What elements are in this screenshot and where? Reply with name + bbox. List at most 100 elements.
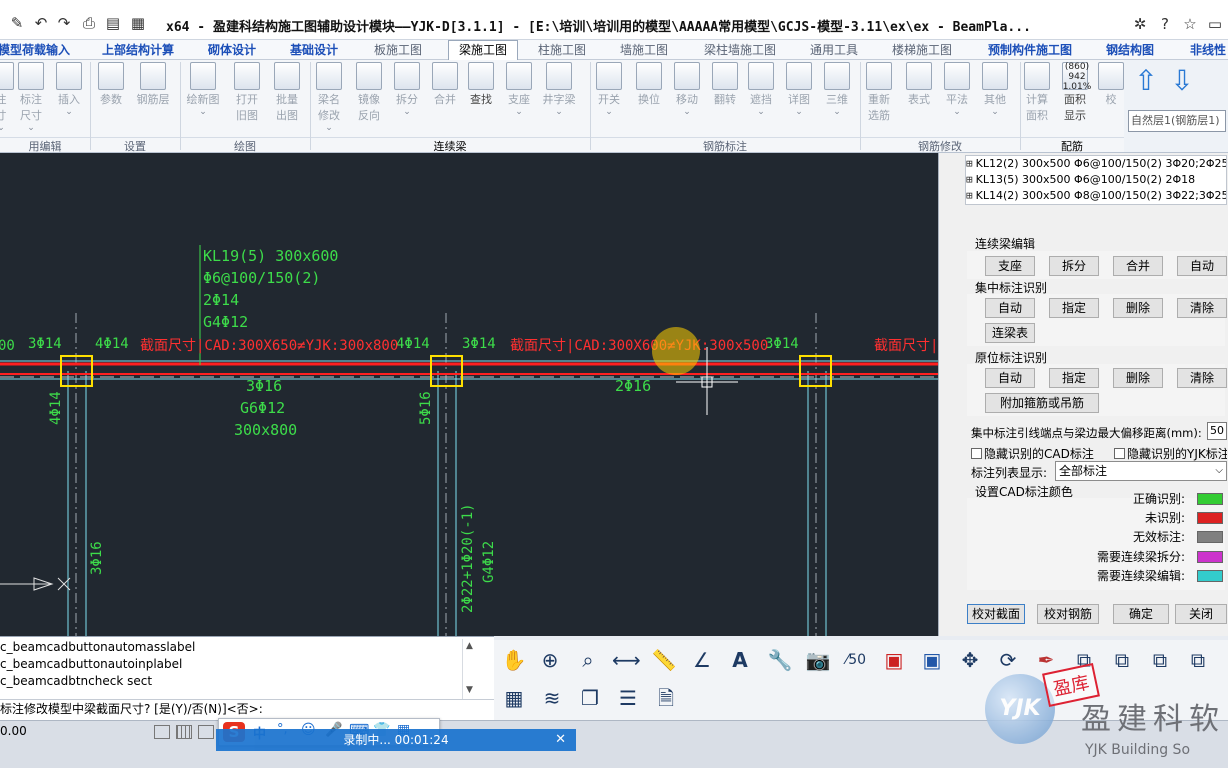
tab-0[interactable]: 模型荷载输入 [0,42,74,58]
ribbon-button-2[interactable]: 插入 ⌄ [50,62,88,134]
window-menu-icon[interactable]: ▭ [1205,14,1225,34]
zoom-window-icon[interactable]: ⌕ [574,646,602,674]
ribbon-button-12[interactable]: 查找 [462,62,500,134]
tree-item[interactable]: ⊞KL15(2) 300x500 Φ6@100/150(2) 3Φ16 [966,204,1226,205]
chevron-down-icon[interactable]: ⌄ [742,108,780,117]
concentrated-assign-button[interactable]: 指定 [1049,298,1099,318]
color-invalid-swatch[interactable] [1197,531,1223,543]
floor-select[interactable]: 自然层1(钢筋层1) [1128,110,1226,132]
ribbon-button-7[interactable]: 批量 出图 [268,62,306,134]
text-style-icon[interactable]: A [726,646,754,674]
color-edit-swatch[interactable] [1197,570,1223,582]
beam-auto-button[interactable]: 自动 [1177,256,1227,276]
tab-7[interactable]: 墙施工图 [616,42,672,58]
status-grid-icon[interactable] [176,725,192,739]
chevron-down-icon[interactable]: ⌄ [818,108,856,117]
ribbon-button-25[interactable]: 其他 ⌄ [976,62,1014,134]
windows-icon[interactable]: ❐ [576,684,604,712]
check-rebar-button[interactable]: 校对钢筋 [1037,604,1099,624]
ribbon-button-21[interactable]: 三维 ⌄ [818,62,856,134]
section-mismatch-label-3[interactable]: 截面尺寸|CA [874,338,938,354]
redo-icon[interactable]: ↷ [55,14,73,32]
pdf-export-icon[interactable]: ▣ [880,646,908,674]
camera-icon[interactable]: 📷 [804,646,832,674]
settings-icon[interactable]: ✲ [1130,14,1150,34]
ribbon-button-19[interactable]: 遮挡 ⌄ [742,62,780,134]
ribbon-button-8[interactable]: 梁名 修改 ⌄ [310,62,348,134]
ribbon-button-9[interactable]: 镜像 反向 [350,62,388,134]
expand-icon[interactable]: ⊞ [966,189,973,202]
angle-measure-icon[interactable]: ∠ [688,646,716,674]
tab-2[interactable]: 砌体设计 [204,42,260,58]
expand-icon[interactable]: ⊞ [966,173,973,186]
chevron-down-icon[interactable]: ⌄ [668,108,706,117]
ribbon-button-6[interactable]: 打开 旧图 [228,62,266,134]
status-ortho-icon[interactable] [198,725,214,739]
move-cross-icon[interactable]: ✥ [956,646,984,674]
ribbon-button-20[interactable]: 详图 ⌄ [780,62,818,134]
layer-manager-icon[interactable]: ☰ [614,684,642,712]
ok-button[interactable]: 确定 [1113,604,1169,624]
close-recording-icon[interactable]: ✕ [555,729,566,751]
tree-item[interactable]: ⊞ KL13(5) 300x500 Φ6@100/150(2) 2Φ18 [966,172,1226,188]
tab-3[interactable]: 基础设计 [286,42,342,58]
link-beam-table-button[interactable]: 连梁表 [985,323,1035,343]
chevron-down-icon[interactable]: ⌄ [500,108,538,117]
tab-12[interactable]: 钢结构图 [1102,42,1158,58]
help-icon[interactable]: ? [1155,14,1175,34]
wrench-icon[interactable]: 🔧 [766,646,794,674]
ribbon-button-15[interactable]: 开关 ⌄ [590,62,628,134]
support-button[interactable]: 支座 [985,256,1035,276]
pan-hand-icon[interactable]: ✋ [500,646,528,674]
table-icon[interactable]: ▦ [500,684,528,712]
ribbon-button-5[interactable]: 绘新图 ⌄ [184,62,222,134]
chevron-down-icon[interactable]: ⌄ [388,108,426,117]
merge-button[interactable]: 合并 [1113,256,1163,276]
inplace-auto-button[interactable]: 自动 [985,368,1035,388]
section-mismatch-label-2[interactable]: 截面尺寸|CAD:300X600≠YJK:300x500 [510,338,768,354]
chevron-down-icon[interactable]: ⌄ [50,108,88,117]
ribbon-button-14[interactable]: 井字梁 ⌄ [540,62,578,134]
concentrated-auto-button[interactable]: 自动 [985,298,1035,318]
chevron-down-icon[interactable]: ⌄ [12,124,50,133]
tab-11[interactable]: 预制构件施工图 [984,42,1076,58]
drawing-canvas[interactable]: KL19(5) 300x600 Φ6@100/150(2) 2Φ14 G4Φ12… [0,153,938,636]
tab-1[interactable]: 上部结构计算 [98,42,178,58]
document-icon[interactable]: 🗎 [652,684,680,712]
floor-down-arrow-icon[interactable]: ⇩ [1166,66,1198,96]
tab-8[interactable]: 梁柱墙施工图 [700,42,780,58]
chevron-down-icon[interactable]: ⌄ [310,124,348,133]
inplace-assign-button[interactable]: 指定 [1049,368,1099,388]
inplace-clear-button[interactable]: 清除 [1177,368,1227,388]
concentrated-delete-button[interactable]: 删除 [1113,298,1163,318]
inplace-delete-button[interactable]: 删除 [1113,368,1163,388]
concentrated-clear-button[interactable]: 清除 [1177,298,1227,318]
tab-4[interactable]: 板施工图 [370,42,426,58]
tab-13[interactable]: 非线性 [1186,42,1228,58]
ribbon-button-4[interactable]: 钢筋层 [134,62,172,134]
chevron-down-icon[interactable]: ⌄ [184,108,222,117]
ribbon-button-18[interactable]: 翻转 [706,62,744,134]
color-correct-swatch[interactable] [1197,493,1223,505]
tree-item[interactable]: ⊞ KL14(2) 300x500 Φ8@100/150(2) 3Φ22;3Φ25… [966,188,1226,204]
extra-stirrup-button[interactable]: 附加箍筋或吊筋 [985,393,1099,413]
ribbon-button-22[interactable]: 重新 选筋 [860,62,898,134]
chevron-down-icon[interactable]: ⌄ [976,108,1014,117]
app-icon[interactable]: ✎ [8,14,26,32]
status-snap-icon[interactable] [154,725,170,739]
offset-input[interactable]: 50 [1207,422,1227,440]
ribbon-button-1[interactable]: 标注 尺寸 ⌄ [12,62,50,134]
tree-item[interactable]: ⊞ KL12(2) 300x500 Φ6@100/150(2) 3Φ20;2Φ25… [966,156,1226,172]
split-button[interactable]: 拆分 [1049,256,1099,276]
close-button[interactable]: 关闭 [1175,604,1227,624]
floor-up-arrow-icon[interactable]: ⇧ [1130,66,1162,96]
ribbon-button-17[interactable]: 移动 ⌄ [668,62,706,134]
zoom-extents-icon[interactable]: ⊕ [536,646,564,674]
command-prompt[interactable]: 标注修改模型中梁截面尺寸? [是(Y)/否(N)]<否>: [0,699,494,719]
ribbon-button-23[interactable]: 表式 [900,62,938,134]
hide-cad-checkbox[interactable]: 隐藏识别的CAD标注 [971,445,1094,462]
favorite-star-icon[interactable]: ☆ [1180,14,1200,34]
list-display-select[interactable]: 全部标注 ⌵ [1055,461,1227,481]
ribbon-button-13[interactable]: 支座 ⌄ [500,62,538,134]
expand-icon[interactable]: ⊞ [966,157,973,170]
